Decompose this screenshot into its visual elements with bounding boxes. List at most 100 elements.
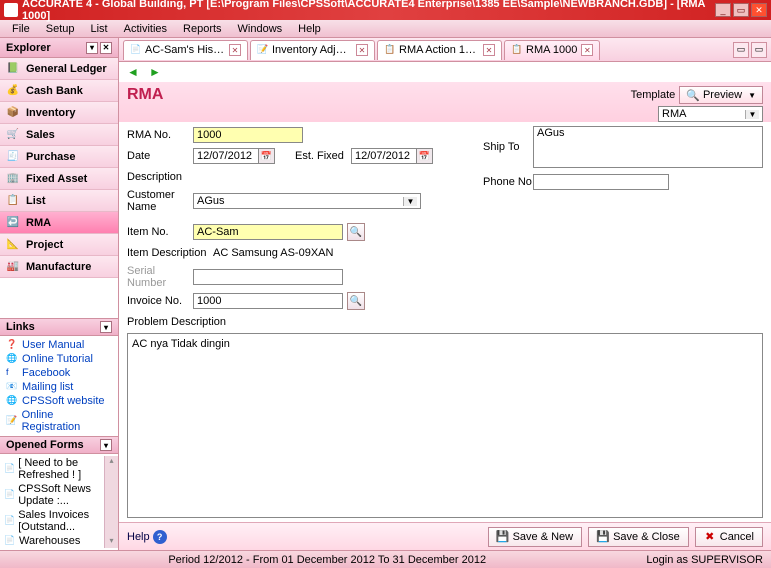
rma-no-label: RMA No.	[127, 129, 193, 141]
help-icon: ?	[153, 530, 167, 544]
tab-inventory-adjustme-[interactable]: 📝Inventory Adjustme...✕	[250, 40, 375, 60]
close-button[interactable]: ✕	[751, 3, 767, 17]
tab-icon: 📝	[257, 44, 269, 56]
nav-item-rma[interactable]: ↩️RMA	[0, 212, 118, 234]
nav-item-fixed-asset[interactable]: 🏢Fixed Asset	[0, 168, 118, 190]
link-icon: ❓	[6, 339, 18, 351]
save-close-button[interactable]: 💾 Save & Close	[588, 527, 689, 547]
link-user-manual[interactable]: ❓User Manual	[0, 338, 118, 352]
dropdown-icon[interactable]: ▼	[403, 197, 417, 206]
item-no-label: Item No.	[127, 226, 193, 238]
nav-section: 📗General Ledger💰Cash Bank📦Inventory🛒Sale…	[0, 58, 118, 278]
tab-close-icon[interactable]: ✕	[483, 44, 495, 56]
help-button[interactable]: Help ?	[127, 530, 167, 544]
tab-rma-action-1000[interactable]: 📋RMA Action 1000✕	[377, 40, 502, 60]
link-online-registration[interactable]: 📝Online Registration	[0, 408, 118, 434]
nav-item-manufacture[interactable]: 🏭Manufacture	[0, 256, 118, 278]
nav-item-list[interactable]: 📋List	[0, 190, 118, 212]
link-mailing-list[interactable]: 📧Mailing list	[0, 380, 118, 394]
est-fixed-label: Est. Fixed	[295, 150, 351, 162]
date-picker-icon[interactable]: 📅	[259, 148, 275, 164]
tab-tool-2[interactable]: ▭	[751, 42, 767, 58]
phone-no-input[interactable]	[533, 174, 669, 190]
serial-input[interactable]	[193, 269, 343, 285]
opened-scrollbar[interactable]: ▴▾	[104, 456, 118, 548]
tab-ac-sam-s-history[interactable]: 📄AC-Sam's History✕	[123, 40, 248, 60]
menu-file[interactable]: File	[4, 21, 38, 37]
preview-button[interactable]: 🔍 Preview ▼	[679, 86, 763, 104]
nav-item-general-ledger[interactable]: 📗General Ledger	[0, 58, 118, 80]
explorer-close-button[interactable]: ✕	[100, 42, 112, 54]
disk-icon: 💾	[597, 531, 609, 543]
tab-rma-1000[interactable]: 📋RMA 1000✕	[504, 40, 600, 60]
nav-item-purchase[interactable]: 🧾Purchase	[0, 146, 118, 168]
menu-windows[interactable]: Windows	[230, 21, 291, 37]
minimize-button[interactable]: _	[715, 3, 731, 17]
tab-icon: 📋	[511, 44, 523, 56]
invoice-no-input[interactable]	[193, 293, 343, 309]
tab-close-icon[interactable]: ✕	[229, 44, 241, 56]
link-icon: f	[6, 367, 18, 379]
nav-icon: 🧾	[6, 150, 20, 164]
status-bar: Period 12/2012 - From 01 December 2012 T…	[0, 550, 771, 568]
disk-icon: 💾	[497, 531, 509, 543]
save-new-button[interactable]: 💾 Save & New	[488, 527, 583, 547]
explorer-collapse-button[interactable]: ▾	[86, 42, 98, 54]
ship-to-input[interactable]	[533, 126, 763, 168]
customer-name-select[interactable]: AGus ▼	[193, 193, 421, 209]
link-icon: 📧	[6, 381, 18, 393]
invoice-lookup-button[interactable]: 🔍	[347, 292, 365, 310]
link-icon: 🌐	[6, 353, 18, 365]
document-icon: 📄	[4, 489, 15, 501]
est-fixed-picker-icon[interactable]: 📅	[417, 148, 433, 164]
menu-setup[interactable]: Setup	[38, 21, 83, 37]
link-online-tutorial[interactable]: 🌐Online Tutorial	[0, 352, 118, 366]
status-period: Period 12/2012 - From 01 December 2012 T…	[8, 554, 646, 566]
menu-activities[interactable]: Activities	[116, 21, 175, 37]
link-facebook[interactable]: fFacebook	[0, 366, 118, 380]
opened-collapse-icon[interactable]: ▾	[100, 439, 112, 451]
opened-form-item[interactable]: 📄[ Need to be Refreshed ! ]	[0, 456, 104, 482]
nav-icon: 🏢	[6, 172, 20, 186]
links-collapse-icon[interactable]: ▾	[100, 321, 112, 333]
dropdown-icon[interactable]: ▼	[745, 110, 759, 119]
tab-close-icon[interactable]: ✕	[356, 44, 368, 56]
template-select[interactable]: RMA ▼	[658, 106, 763, 122]
tab-close-icon[interactable]: ✕	[581, 44, 593, 56]
form-title: RMA	[127, 86, 163, 104]
magnifier-icon: 🔍	[686, 89, 700, 102]
document-icon: 📄	[4, 535, 16, 547]
menu-list[interactable]: List	[82, 21, 115, 37]
opened-form-item[interactable]: 📄Warehouses	[0, 534, 104, 548]
document-icon: 📄	[4, 515, 15, 527]
content-area: 📄AC-Sam's History✕📝Inventory Adjustme...…	[119, 38, 771, 550]
menu-help[interactable]: Help	[290, 21, 329, 37]
nav-icon: 📗	[6, 62, 20, 76]
tab-tool-1[interactable]: ▭	[733, 42, 749, 58]
problem-description-input[interactable]: AC nya Tidak dingin	[127, 333, 763, 518]
opened-form-item[interactable]: 📄Sales Invoices [Outstand...	[0, 508, 104, 534]
est-fixed-input[interactable]	[351, 148, 417, 164]
nav-back-icon[interactable]: ◄	[125, 64, 141, 80]
item-lookup-button[interactable]: 🔍	[347, 223, 365, 241]
rma-no-input[interactable]	[193, 127, 303, 143]
opened-form-item[interactable]: 📄CPSSoft News Update :...	[0, 482, 104, 508]
opened-forms-header[interactable]: Opened Forms ▾	[0, 436, 118, 454]
nav-item-project[interactable]: 📐Project	[0, 234, 118, 256]
ship-to-label: Ship To	[483, 141, 533, 153]
nav-item-cash-bank[interactable]: 💰Cash Bank	[0, 80, 118, 102]
date-input[interactable]	[193, 148, 259, 164]
nav-icon: 💰	[6, 84, 20, 98]
cancel-button[interactable]: ✖ Cancel	[695, 527, 763, 547]
date-label: Date	[127, 150, 193, 162]
nav-item-sales[interactable]: 🛒Sales	[0, 124, 118, 146]
item-no-input[interactable]	[193, 224, 343, 240]
menu-reports[interactable]: Reports	[175, 21, 230, 37]
nav-item-inventory[interactable]: 📦Inventory	[0, 102, 118, 124]
form-buttons-bar: Help ? 💾 Save & New 💾 Save & Close ✖ Can…	[119, 522, 771, 550]
link-cpssoft-website[interactable]: 🌐CPSSoft website	[0, 394, 118, 408]
maximize-button[interactable]: ▭	[733, 3, 749, 17]
links-header[interactable]: Links ▾	[0, 318, 118, 336]
nav-forward-icon[interactable]: ►	[147, 64, 163, 80]
explorer-title: Explorer	[6, 42, 51, 54]
